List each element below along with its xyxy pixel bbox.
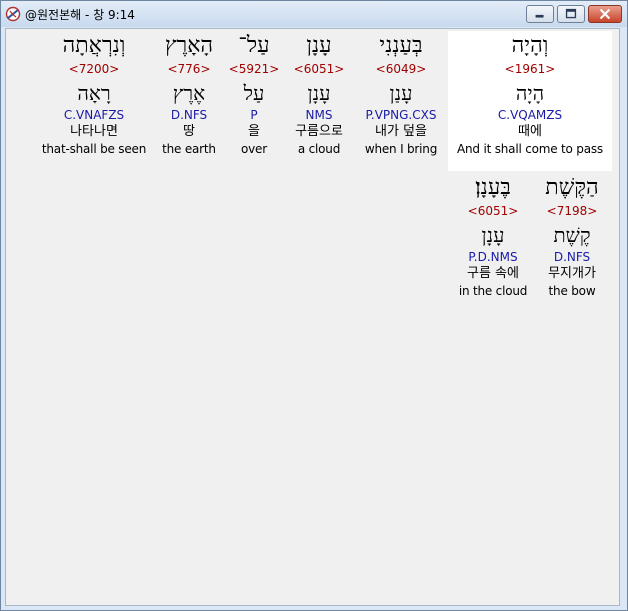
korean-gloss: 때에 [518, 124, 542, 139]
word-cell[interactable]: בֶּעָנָן׃ <6051> עָנָן P.D.NMS 구름 속에 in … [452, 173, 534, 299]
hebrew-word: וְהָיָה [511, 33, 549, 58]
close-button[interactable] [588, 5, 622, 23]
word-cell[interactable]: וְהָיָה <1961> הָיָה C.VQAMZS 때에 And it … [448, 31, 612, 171]
english-gloss: when I bring [364, 142, 438, 156]
word-cell[interactable]: הַקֶּשֶׁת <7198> קֶשֶׁת D.NFS 무지개가 the b… [536, 173, 608, 299]
strong-number[interactable]: <7200> [36, 61, 152, 77]
lemma-word: רָאָה [77, 81, 111, 105]
morphology-code: P [250, 108, 258, 122]
maximize-icon [565, 8, 577, 19]
lemma-word: עָנַן [389, 81, 413, 105]
morphology-code: C.VNAFZS [63, 108, 125, 122]
minimize-button[interactable] [526, 5, 554, 23]
english-gloss: the earth [162, 142, 216, 156]
app-window: @원전본해 - 창 9:14 וְהָיָה <1961> הָיָה C.VQ… [0, 0, 628, 611]
minimize-icon [535, 14, 544, 18]
word-cell[interactable]: וְנִרְאֲתָה <7200> רָאָה C.VNAFZS 나타나면 t… [36, 31, 152, 157]
lemma-word: עַל [243, 81, 265, 105]
english-gloss: the bow [548, 284, 596, 298]
korean-gloss: 내가 덮을 [375, 124, 427, 139]
strong-number[interactable]: <6051> [284, 61, 354, 77]
morphology-code: NMS [305, 108, 333, 122]
strong-number[interactable]: <7198> [536, 203, 608, 219]
lemma-word: הָיָה [515, 81, 545, 105]
word-cell[interactable]: בְּעַנְנִי <6049> עָנַן P.VPNG.CXS 내가 덮을… [356, 31, 446, 157]
korean-gloss: 땅 [183, 124, 195, 139]
lemma-word: אֶרֶץ [172, 81, 206, 105]
hebrew-word: הַקֶּשֶׁת [545, 175, 599, 200]
strong-number[interactable]: <6049> [356, 61, 446, 77]
morphology-code: P.VPNG.CXS [365, 108, 437, 122]
morphology-code: C.VQAMZS [497, 108, 563, 122]
hebrew-word: וְנִרְאֲתָה [62, 33, 126, 58]
korean-gloss: 무지개가 [548, 266, 596, 281]
morphology-code: D.NFS [553, 250, 591, 264]
lemma-word: קֶשֶׁת [553, 223, 591, 247]
english-gloss: over [241, 142, 267, 156]
app-logo-icon [5, 6, 21, 22]
word-cell[interactable]: עָנָן <6051> עָנָן NMS 구름으로 a cloud [284, 31, 354, 157]
hebrew-word: בֶּעָנָן׃ [475, 175, 511, 200]
title-bar[interactable]: @원전본해 - 창 9:14 [1, 1, 627, 27]
morphology-code: P.D.NMS [468, 250, 518, 264]
korean-gloss: 나타나면 [70, 124, 118, 139]
lemma-word: עָנָן [307, 81, 331, 105]
english-gloss: that-shall be seen [41, 142, 147, 156]
close-icon [599, 8, 611, 20]
english-gloss: a cloud [297, 142, 341, 156]
korean-gloss: 을 [248, 124, 260, 139]
korean-gloss: 구름 속에 [467, 266, 519, 281]
strong-number[interactable]: <5921> [226, 61, 282, 77]
word-cell[interactable]: הָאָרֶץ <776> אֶרֶץ D.NFS 땅 the earth [154, 31, 224, 157]
english-gloss: in the cloud [458, 284, 528, 298]
window-title: @원전본해 - 창 9:14 [25, 8, 135, 22]
strong-number[interactable]: <776> [154, 61, 224, 77]
hebrew-word: הָאָרֶץ [164, 33, 214, 58]
korean-gloss: 구름으로 [295, 124, 343, 139]
hebrew-word: בְּעַנְנִי [379, 33, 423, 58]
english-gloss: And it shall come to pass [457, 142, 603, 156]
strong-number[interactable]: <6051> [452, 203, 534, 219]
morphology-code: D.NFS [170, 108, 208, 122]
hebrew-word: עַל־ [238, 33, 270, 58]
hebrew-word: עָנָן [306, 33, 332, 58]
word-cell[interactable]: עַל־ <5921> עַל P 을 over [226, 31, 282, 157]
strong-number[interactable]: <1961> [448, 61, 612, 77]
interlinear-panel[interactable]: וְהָיָה <1961> הָיָה C.VQAMZS 때에 And it … [5, 28, 620, 606]
maximize-button[interactable] [557, 5, 585, 23]
lemma-word: עָנָן [481, 223, 505, 247]
